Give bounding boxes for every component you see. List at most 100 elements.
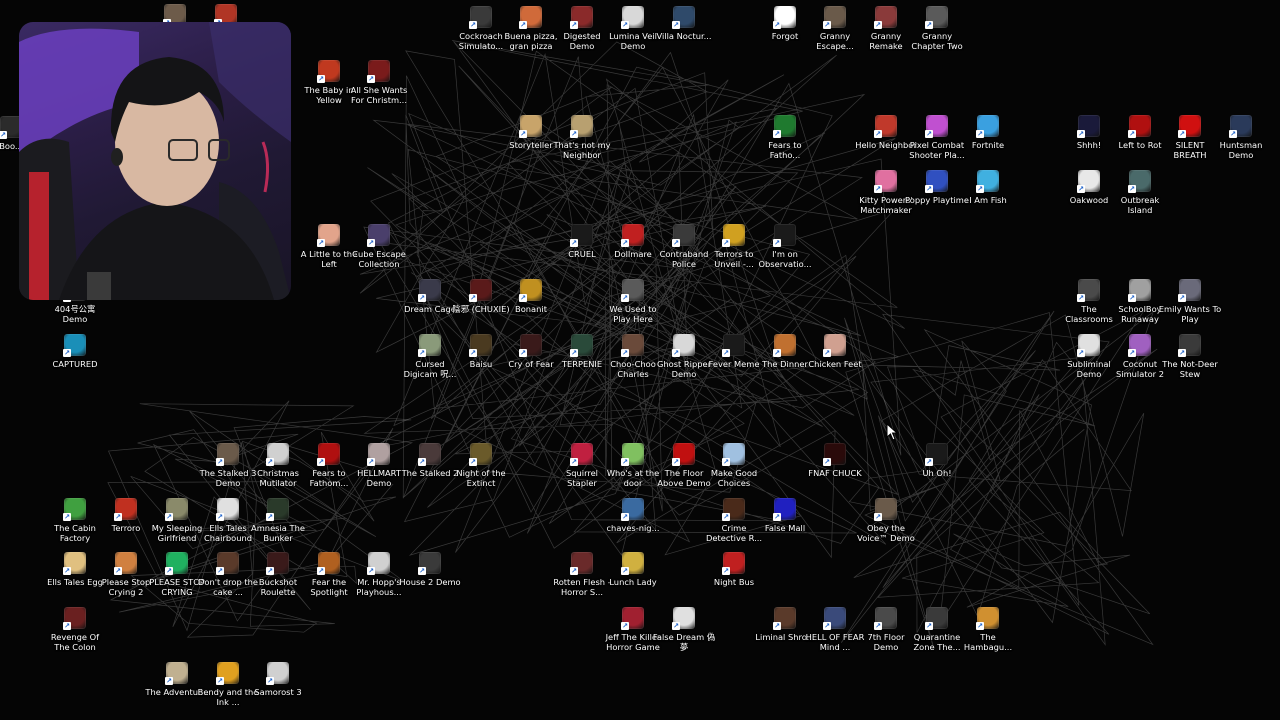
shortcut-arrow-icon: ↗ <box>874 622 882 630</box>
app-icon: ↗ <box>722 334 745 357</box>
app-icon: ↗ <box>722 498 745 521</box>
app-icon: ↗ <box>216 662 239 685</box>
shortcut-arrow-icon: ↗ <box>317 75 325 83</box>
shortcut-arrow-icon: ↗ <box>621 622 629 630</box>
desktop-icon-uh-oh[interactable]: ↗ Uh Oh! <box>905 443 969 495</box>
shortcut-arrow-icon: ↗ <box>925 21 933 29</box>
desktop-icon-false-mall[interactable]: ↗ False Mall <box>753 498 817 550</box>
shortcut-arrow-icon: ↗ <box>469 294 477 302</box>
app-icon: ↗ <box>114 552 137 575</box>
shortcut-arrow-icon: ↗ <box>165 677 173 685</box>
shortcut-arrow-icon: ↗ <box>367 239 375 247</box>
app-icon: ↗ <box>1077 334 1100 357</box>
shortcut-arrow-icon: ↗ <box>216 513 224 521</box>
app-icon: ↗ <box>469 6 492 29</box>
app-icon: ↗ <box>216 443 239 466</box>
desktop-icon-the-hambagu[interactable]: ↗ The Hambagu... <box>956 607 1020 659</box>
shortcut-arrow-icon: ↗ <box>823 349 831 357</box>
app-icon: ↗ <box>874 6 897 29</box>
app-icon: ↗ <box>317 552 340 575</box>
shortcut-arrow-icon: ↗ <box>621 239 629 247</box>
app-icon: ↗ <box>469 334 492 357</box>
shortcut-arrow-icon: ↗ <box>519 349 527 357</box>
desktop-icon-house-2-demo[interactable]: ↗ House 2 Demo <box>398 552 462 604</box>
app-icon: ↗ <box>722 552 745 575</box>
desktop-icon-fears-to-fatho[interactable]: ↗ Fears to Fatho... <box>753 115 817 167</box>
desktop-icon-false-dream[interactable]: ↗ False Dream 偽夢 <box>652 607 716 659</box>
shortcut-arrow-icon: ↗ <box>469 349 477 357</box>
desktop-icon-night-of-the-extinct[interactable]: ↗ Night of the Extinct <box>449 443 513 495</box>
desktop-icon-label: Night Bus <box>713 577 755 587</box>
app-icon: ↗ <box>519 334 542 357</box>
desktop-icon-i-am-fish[interactable]: ↗ I Am Fish <box>956 170 1020 222</box>
app-icon: ↗ <box>1128 170 1151 193</box>
desktop-icon-the-not-deer-stew[interactable]: ↗ The Not-Deer Stew <box>1158 334 1222 386</box>
shortcut-arrow-icon: ↗ <box>823 21 831 29</box>
app-icon: ↗ <box>165 552 188 575</box>
desktop-icon-i-m-on-observatio[interactable]: ↗ I'm on Observatio... <box>753 224 817 276</box>
shortcut-arrow-icon: ↗ <box>672 21 680 29</box>
shortcut-arrow-icon: ↗ <box>1128 349 1136 357</box>
shortcut-arrow-icon: ↗ <box>1128 185 1136 193</box>
desktop-icon-emily-wants-to-play[interactable]: ↗ Emily Wants To Play <box>1158 279 1222 331</box>
shortcut-arrow-icon: ↗ <box>621 349 629 357</box>
desktop-icon-label: CAPTURED <box>52 359 98 369</box>
desktop-icon-amnesia-the-bunker[interactable]: ↗ Amnesia The Bunker <box>246 498 310 550</box>
desktop-icon-lunch-lady[interactable]: ↗ Lunch Lady <box>601 552 665 604</box>
desktop-icon-villa-noctur[interactable]: ↗ Villa Noctur... <box>652 6 716 58</box>
desktop-icon-label: Amnesia The Bunker <box>251 523 305 543</box>
app-icon: ↗ <box>925 443 948 466</box>
desktop-icon-chaves-nig[interactable]: ↗ chaves-nig... <box>601 498 665 550</box>
desktop-icon-make-good-choices[interactable]: ↗ Make Good Choices <box>702 443 766 495</box>
app-icon: ↗ <box>925 115 948 138</box>
desktop-icon-captured[interactable]: ↗ CAPTURED <box>43 334 107 386</box>
desktop-icon-all-she-wants-for-christm[interactable]: ↗ All She Wants For Christm... <box>347 60 411 112</box>
shortcut-arrow-icon: ↗ <box>63 622 71 630</box>
app-icon: ↗ <box>266 443 289 466</box>
desktop-icon-label: The Not-Deer Stew <box>1162 359 1218 379</box>
desktop-icon-night-bus[interactable]: ↗ Night Bus <box>702 552 766 604</box>
shortcut-arrow-icon: ↗ <box>672 458 680 466</box>
shortcut-arrow-icon: ↗ <box>266 677 274 685</box>
app-icon: ↗ <box>63 552 86 575</box>
app-icon: ↗ <box>874 170 897 193</box>
desktop-icon-label: I Am Fish <box>969 195 1007 205</box>
desktop-icon-label: Uh Oh! <box>922 468 952 478</box>
shortcut-arrow-icon: ↗ <box>266 458 274 466</box>
shortcut-arrow-icon: ↗ <box>773 21 781 29</box>
desktop-icon-bonanit[interactable]: ↗ Bonanit <box>499 279 563 331</box>
desktop-icon-cube-escape-collection[interactable]: ↗ Cube Escape Collection <box>347 224 411 276</box>
desktop-icon-obey-the-voice-demo[interactable]: ↗ Obey the Voice™ Demo <box>854 498 918 550</box>
desktop-icon-revenge-of-the-colon[interactable]: ↗ Revenge Of The Colon <box>43 607 107 659</box>
desktop-icon-fnaf-chuck[interactable]: ↗ FNAF CHUCK <box>803 443 867 495</box>
desktop-icon-label: False Mall <box>764 523 806 533</box>
app-icon: ↗ <box>418 334 441 357</box>
app-icon: ↗ <box>823 6 846 29</box>
desktop-icon-that-s-not-my-neighbor[interactable]: ↗ That's not my Neighbor <box>550 115 614 167</box>
app-icon: ↗ <box>976 170 999 193</box>
desktop-icon-fortnite[interactable]: ↗ Fortnite <box>956 115 1020 167</box>
shortcut-arrow-icon: ↗ <box>570 130 578 138</box>
shortcut-arrow-icon: ↗ <box>266 513 274 521</box>
shortcut-arrow-icon: ↗ <box>925 458 933 466</box>
app-icon: ↗ <box>1178 279 1201 302</box>
app-icon: ↗ <box>1178 334 1201 357</box>
desktop-icon-label: Outbreak Island <box>1120 195 1160 215</box>
shortcut-arrow-icon: ↗ <box>722 567 730 575</box>
shortcut-arrow-icon: ↗ <box>570 458 578 466</box>
desktop-icon-chicken-feet[interactable]: ↗ Chicken Feet <box>803 334 867 386</box>
shortcut-arrow-icon: ↗ <box>317 567 325 575</box>
desktop-icon-outbreak-island[interactable]: ↗ Outbreak Island <box>1108 170 1172 222</box>
desktop-icon-label: Make Good Choices <box>710 468 758 488</box>
shortcut-arrow-icon: ↗ <box>367 567 375 575</box>
app-icon: ↗ <box>773 224 796 247</box>
desktop-icon-samorost-3[interactable]: ↗ Samorost 3 <box>246 662 310 714</box>
desktop-icon-granny-chapter-two[interactable]: ↗ Granny Chapter Two <box>905 6 969 58</box>
shortcut-arrow-icon: ↗ <box>1128 294 1136 302</box>
shortcut-arrow-icon: ↗ <box>1229 130 1237 138</box>
desktop-icon-huntsman-demo[interactable]: ↗ Huntsman Demo <box>1209 115 1273 167</box>
desktop-icon-we-used-to-play-here[interactable]: ↗ We Used to Play Here <box>601 279 665 331</box>
desktop-icon-label: chaves-nig... <box>606 523 660 533</box>
app-icon: ↗ <box>621 498 644 521</box>
shortcut-arrow-icon: ↗ <box>874 21 882 29</box>
